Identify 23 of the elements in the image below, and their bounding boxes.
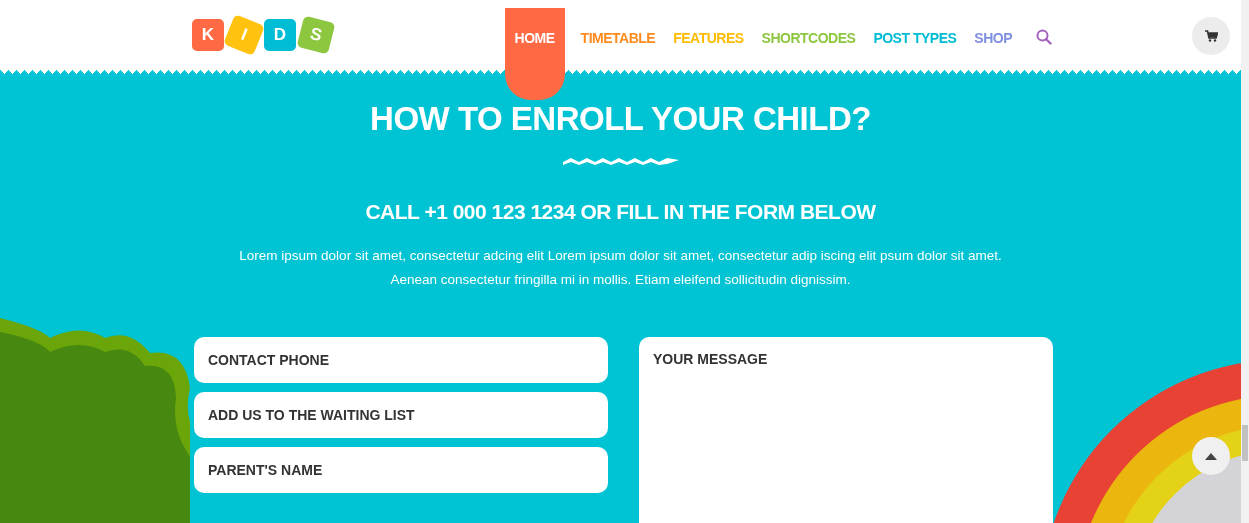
nav-link[interactable]: HOME <box>504 8 565 100</box>
message-field[interactable]: YOUR MESSAGE <box>639 337 1053 523</box>
nav-link[interactable]: POST TYPES <box>871 30 959 46</box>
input-field[interactable]: CONTACT PHONE <box>194 337 608 383</box>
section-heading: HOW TO ENROLL YOUR CHILD? <box>370 100 871 138</box>
cart-button[interactable] <box>1192 17 1230 55</box>
input-field[interactable]: PARENT'S NAME <box>194 447 608 493</box>
logo-letter: D <box>264 19 296 51</box>
search-icon[interactable] <box>1036 29 1052 45</box>
nav-link[interactable]: FEATURES <box>671 30 746 46</box>
nav-link[interactable]: SHORTCODES <box>759 30 858 46</box>
logo-letter: I <box>223 14 265 56</box>
call-subheading: CALL +1 000 123 1234 OR FILL IN THE FORM BELOW <box>365 200 876 224</box>
intro-paragraph: Lorem ipsum dolor sit amet, consectetur adcing elit Lorem ipsum dolor sit amet, consectetur adip iscing elit psum dolor sit amet. Aenean consectetur fringilla mi in mollis. Etiam eleifend sollicitudin dignissim. <box>239 247 1002 289</box>
nav-link[interactable]: TIMETABLE <box>578 30 658 46</box>
cart-icon[interactable] <box>1204 30 1218 42</box>
nav-link[interactable]: SHOP <box>972 30 1014 46</box>
scrollbar-thumb[interactable] <box>1242 425 1248 461</box>
logo-letter: S <box>296 15 336 55</box>
scrollbar[interactable] <box>1241 0 1249 523</box>
logo-letter: K <box>192 19 224 51</box>
input-field[interactable]: ADD US TO THE WAITING LIST <box>194 392 608 438</box>
caret-icon[interactable] <box>1205 452 1217 460</box>
